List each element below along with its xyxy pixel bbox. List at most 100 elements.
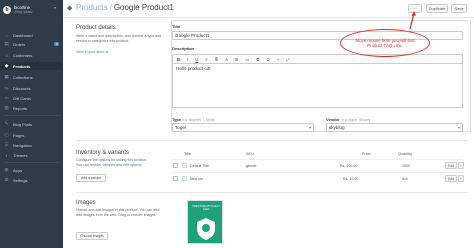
- store-owner: Vinay yadav: [14, 10, 33, 14]
- section-divider: [76, 192, 468, 193]
- sidebar-item-themes[interactable]: ◐ Themes: [0, 151, 63, 159]
- image-button[interactable]: ▭: [246, 57, 250, 62]
- special-char-button[interactable]: Ω: [266, 57, 269, 62]
- type-hint: e.g. Bicycles, T-Shirts: [182, 117, 215, 122]
- variant-title-link[interactable]: New ink: [190, 177, 203, 181]
- delete-variant-button[interactable]: ▪: [458, 162, 464, 169]
- row-checkbox[interactable]: [173, 176, 178, 181]
- row-divider: [172, 159, 463, 160]
- chevron-down-icon[interactable]: ▾: [54, 5, 56, 10]
- gift-card-icon: ▭: [4, 95, 9, 100]
- faq-annotation: Move mouse here you will find Product FA…: [340, 29, 430, 57]
- chevron-down-icon: ▾: [457, 125, 460, 130]
- trash-icon: ▪: [460, 176, 462, 181]
- images-title: Images: [76, 200, 96, 206]
- vendor-select[interactable]: skyblog ▾: [326, 123, 463, 132]
- sidebar-item-navigation[interactable]: ☰ Navigation: [0, 141, 63, 149]
- variant-thumbnail: [182, 163, 187, 168]
- fullscreen-button[interactable]: ⤢: [286, 57, 289, 62]
- variant-title-link[interactable]: Default Title: [190, 164, 209, 168]
- link-button[interactable]: ⧉: [256, 57, 259, 62]
- thumb-caption: PRESTASHOP Product Label: [192, 205, 220, 212]
- sidebar-item-discounts[interactable]: % Discounts: [0, 84, 63, 92]
- reports-icon: ▥: [4, 105, 9, 110]
- sidebar-item-apps[interactable]: ⊞ Apps: [0, 166, 63, 174]
- variant-sku: gtsmlc: [246, 164, 257, 168]
- product-image-thumbnail[interactable]: PRESTASHOP Product Label: [187, 200, 223, 244]
- orders-icon: ▤: [4, 41, 9, 46]
- breadcrumb-separator: /: [109, 3, 112, 12]
- edit-options-link[interactable]: edit options: [123, 163, 141, 167]
- sidebar-item-settings[interactable]: ⚙ Settings: [0, 176, 63, 184]
- col-sku: SKU: [246, 152, 254, 156]
- sidebar: b bicorline Vinay yadav ▾ ⌂ Dashboard ▤ Or…: [0, 0, 63, 248]
- description-label: Description: [172, 46, 195, 51]
- section-divider: [76, 140, 468, 141]
- text-color-button[interactable]: A: [225, 57, 228, 62]
- products-icon: ◆: [4, 63, 9, 68]
- table-button[interactable]: ⊞: [235, 57, 239, 62]
- pages-icon: ▢: [4, 132, 9, 137]
- title-label: Title: [172, 24, 181, 29]
- product-details-description: Write a name and description, and provid…: [76, 34, 162, 43]
- variant-quantity: 5ch: [402, 177, 408, 181]
- sidebar-item-dashboard[interactable]: ⌂ Dashboard: [0, 31, 63, 39]
- align-button[interactable]: ≣: [215, 57, 219, 62]
- sidebar-divider: [4, 162, 59, 163]
- col-title: Title: [184, 152, 192, 156]
- sidebar-item-pages[interactable]: ▢ Pages: [0, 131, 63, 139]
- navigation-icon: ☰: [4, 142, 9, 147]
- home-icon: ⌂: [5, 32, 8, 38]
- variant-quantity: 1000: [402, 164, 410, 168]
- sidebar-item-gift-cards[interactable]: ▭ Gift Cards: [0, 94, 63, 102]
- discounts-icon: %: [4, 85, 9, 91]
- reorder-variants-link[interactable]: reorder variants: [90, 163, 115, 167]
- orders-count-badge: 3: [54, 42, 59, 46]
- sidebar-item-orders[interactable]: ▤ Orders 3: [0, 40, 63, 48]
- store-switcher[interactable]: b bicorline Vinay yadav: [3, 3, 32, 17]
- collections-icon: ▦: [4, 74, 9, 79]
- inventory-links: You can reorder variants and edit option…: [76, 163, 142, 167]
- images-description: Upload and edit images of this product. …: [76, 208, 160, 217]
- breadcrumb-products-link[interactable]: Products: [76, 3, 108, 12]
- variant-price: Rs. 10.00: [343, 177, 359, 181]
- sidebar-item-products[interactable]: ◆ Products: [0, 62, 63, 70]
- sidebar-item-blog-posts[interactable]: ✎ Blog Posts: [0, 120, 63, 128]
- underline-button[interactable]: U: [195, 57, 198, 62]
- vendor-hint: e.g. Apple, Shopify: [342, 117, 371, 122]
- description-editor[interactable]: Hello product cdf: [172, 63, 463, 108]
- sidebar-item-reports[interactable]: ▥ Reports: [0, 104, 63, 112]
- italic-button[interactable]: I: [187, 57, 188, 62]
- blog-icon: ✎: [4, 121, 9, 126]
- products-tag-icon: ◆: [67, 5, 73, 12]
- view-in-store-link[interactable]: View in your store ⧉: [76, 50, 164, 55]
- customers-icon: ☺: [4, 52, 9, 58]
- bold-button[interactable]: B: [177, 57, 180, 62]
- choose-images-button[interactable]: Choose images: [76, 232, 108, 240]
- product-details-title: Product details: [76, 25, 116, 31]
- shield-icon: [197, 218, 215, 240]
- delete-variant-button[interactable]: ▪: [458, 175, 464, 182]
- trash-icon: ▪: [460, 163, 462, 168]
- add-variant-button[interactable]: Add a variant: [76, 174, 106, 182]
- edit-variant-button[interactable]: Edit: [445, 175, 457, 182]
- themes-icon: ◐: [5, 152, 8, 158]
- row-checkbox[interactable]: [173, 163, 178, 168]
- sidebar-item-collections[interactable]: ▦ Collections: [0, 73, 63, 81]
- list-button[interactable]: ≡: [205, 57, 207, 62]
- more-actions-button[interactable]: ···: [408, 4, 422, 13]
- inventory-title: Inventory & variants: [76, 150, 130, 156]
- save-button[interactable]: Save: [451, 4, 467, 13]
- page-header: ◆ Products / Google Product1 ··· Duplicate…: [63, 0, 474, 18]
- external-link-icon: ⧉: [105, 50, 109, 54]
- vendor-label: Vendor: [326, 117, 340, 122]
- type-select[interactable]: Togel ▾: [172, 123, 314, 132]
- html-button[interactable]: ‹›: [277, 57, 280, 62]
- duplicate-button[interactable]: Duplicate: [426, 4, 448, 13]
- edit-variant-button[interactable]: Edit: [445, 162, 457, 169]
- page-title: Google Product1: [113, 3, 174, 12]
- row-divider: [172, 172, 463, 173]
- sidebar-item-customers[interactable]: ☺ Customers: [0, 51, 63, 59]
- editor-toolbar: B I U ≡ ≣ A ⊞ ▭ ⧉ Ω ‹› ⤢: [172, 54, 463, 63]
- variant-price: Rs. 100.00: [340, 164, 358, 168]
